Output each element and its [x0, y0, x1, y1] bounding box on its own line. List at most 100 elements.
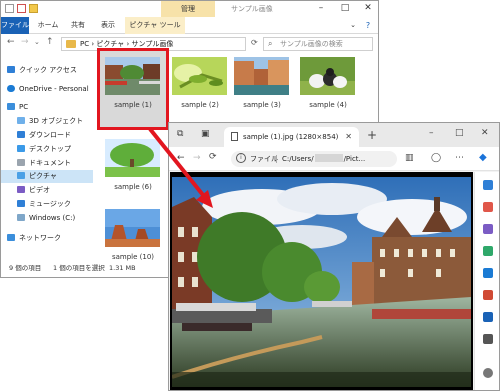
status-selection: 1 個の項目を選択 [53, 264, 105, 272]
outlook-icon[interactable] [483, 268, 493, 278]
forward-icon[interactable]: → [21, 37, 29, 47]
nav-label: ドキュメント [29, 159, 71, 167]
search-placeholder: サンプル画像の検索 [280, 40, 343, 48]
nav-item-videos[interactable]: ビデオ [17, 184, 50, 197]
address-bar[interactable]: i ファイル C:/Users/ /Pict... [231, 151, 397, 167]
back-icon[interactable]: ← [7, 37, 15, 47]
search-input[interactable]: ⌕ サンプル画像の検索 [263, 37, 373, 51]
tools-icon[interactable] [483, 224, 493, 234]
file-name: sample (3) [243, 101, 281, 109]
reading-view-icon[interactable]: ▥ [405, 153, 414, 163]
up-icon[interactable]: ↑ [46, 37, 54, 47]
desktop-icon [17, 145, 25, 152]
file-item-sample-6[interactable]: sample (6) [100, 133, 166, 209]
browser-sidebar [474, 172, 499, 390]
thumbnail-venice [234, 57, 289, 95]
minimize-button[interactable]: – [429, 128, 434, 138]
document-icon [231, 132, 238, 141]
maximize-button[interactable]: □ [455, 128, 464, 138]
nav-label: ミュージック [29, 200, 71, 208]
quick-access-check-icon[interactable] [17, 4, 26, 13]
url-scheme: ファイル [250, 155, 278, 163]
games-icon[interactable] [483, 246, 493, 256]
screenshot-root: 管理 サンプル画像 – □ ✕ ファイル ホーム 共有 表示 ピクチャ ツール … [0, 0, 500, 391]
ribbon-tabs: ファイル ホーム 共有 表示 ピクチャ ツール ⌄ ? [1, 17, 378, 34]
nav-label: ピクチャ [29, 172, 57, 180]
music-icon [17, 200, 25, 207]
cloud-icon [7, 85, 15, 92]
forward-icon[interactable]: → [193, 153, 201, 163]
maximize-button[interactable]: □ [333, 1, 357, 17]
nav-label: Windows (C:) [29, 214, 76, 222]
office-icon[interactable] [483, 290, 493, 300]
nav-item-pictures[interactable]: ピクチャ [1, 170, 93, 183]
url-prefix: C:/Users/ [282, 155, 314, 163]
info-icon[interactable]: i [236, 153, 246, 163]
file-item-sample-2[interactable]: sample (2) [167, 51, 233, 127]
quick-access-newfolder-icon[interactable] [29, 4, 38, 13]
help-icon[interactable]: ? [356, 18, 378, 34]
nav-item-desktop[interactable]: デスクトップ [17, 143, 71, 156]
nav-item-windows-c[interactable]: Windows (C:) [17, 212, 75, 225]
thumbnail-tree [105, 139, 160, 177]
url-text: C:/Users/ /Pict... [282, 151, 365, 167]
messenger-icon[interactable] [483, 312, 493, 322]
quick-access-folder-icon[interactable] [5, 4, 14, 13]
canal-photo [172, 177, 471, 387]
new-tab-button[interactable]: + [367, 128, 377, 142]
redacted-username [314, 154, 343, 162]
video-icon [17, 186, 25, 193]
status-item-count: 9 個の項目 [9, 264, 42, 272]
file-item-sample-4[interactable]: sample (4) [295, 51, 361, 127]
search-icon: ⌕ [268, 39, 273, 48]
nav-item-network[interactable]: ネットワーク [7, 232, 61, 245]
close-button[interactable]: ✕ [356, 1, 378, 17]
thumbnail-desert [105, 209, 160, 247]
back-icon[interactable]: ← [177, 153, 185, 163]
browser-tab[interactable]: sample (1).jpg (1280×854) ✕ [224, 127, 359, 147]
nav-label: 3D オブジェクト [29, 117, 84, 125]
file-item-sample-3[interactable]: sample (3) [229, 51, 295, 127]
refresh-icon[interactable]: ⟳ [251, 38, 258, 47]
url-suffix: /Pict... [343, 155, 366, 163]
nav-item-music[interactable]: ミュージック [17, 198, 71, 211]
recent-locations-icon[interactable]: ⌄ [34, 38, 40, 46]
nav-item-downloads[interactable]: ダウンロード [17, 129, 71, 142]
image-viewer [170, 172, 473, 390]
shopping-icon[interactable] [483, 202, 493, 212]
add-icon[interactable] [483, 334, 493, 344]
nav-label: デスクトップ [29, 145, 71, 153]
browser-tab-strip: ⧉ ▣ sample (1).jpg (1280×854) ✕ + – □ ✕ [169, 123, 499, 147]
search-icon[interactable] [483, 180, 493, 190]
document-icon [17, 159, 25, 166]
refresh-icon[interactable]: ⟳ [209, 152, 217, 162]
download-icon [17, 131, 25, 138]
nav-item-3d-objects[interactable]: 3D オブジェクト [17, 115, 83, 128]
nav-label: ビデオ [29, 186, 50, 194]
tab-file[interactable]: ファイル [1, 17, 29, 34]
nav-item-documents[interactable]: ドキュメント [17, 157, 71, 170]
close-tab-icon[interactable]: ✕ [345, 127, 352, 147]
tab-actions-icon[interactable]: ▣ [201, 129, 210, 139]
nav-item-onedrive[interactable]: OneDrive - Personal [7, 83, 89, 96]
window-title: サンプル画像 [231, 5, 273, 13]
tab-view[interactable]: 表示 [97, 17, 119, 34]
nav-item-quick-access[interactable]: クイック アクセス [7, 64, 77, 77]
tab-home[interactable]: ホーム [35, 17, 61, 34]
thumbnail-leaves [172, 57, 227, 95]
navigation-pane: クイック アクセス OneDrive - Personal PC 3D オブジェ… [1, 56, 93, 256]
close-button[interactable]: ✕ [481, 128, 489, 138]
copilot-icon[interactable]: ◆ [479, 152, 487, 163]
tab-title: sample (1).jpg (1280×854) [243, 133, 339, 141]
nav-label: OneDrive - Personal [19, 85, 89, 93]
nav-item-pc[interactable]: PC [7, 101, 28, 114]
tab-share[interactable]: 共有 [67, 17, 89, 34]
minimize-button[interactable]: – [309, 1, 333, 17]
workspaces-icon[interactable]: ⧉ [177, 129, 183, 139]
nav-label: PC [19, 103, 29, 111]
profile-icon[interactable]: ◯ [431, 153, 441, 163]
settings-icon[interactable] [483, 368, 493, 378]
tab-picture-tools[interactable]: ピクチャ ツール [125, 17, 185, 34]
drive-icon [17, 214, 25, 221]
more-options-icon[interactable]: ⋯ [455, 153, 464, 163]
